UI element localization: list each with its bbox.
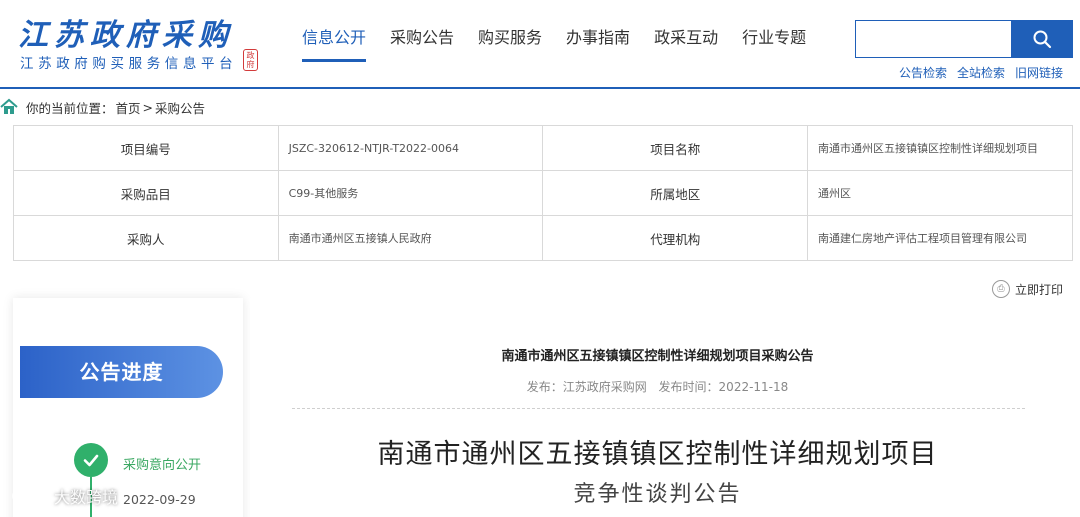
breadcrumb-home[interactable]: 首页	[116, 98, 141, 117]
wechat-logo-icon	[12, 487, 43, 504]
table-row: 采购品目 C99-其他服务 所属地区 通州区	[13, 170, 1073, 216]
dashed-divider	[292, 408, 1025, 409]
nav-item-interaction[interactable]: 政采互动	[642, 0, 730, 88]
progress-title: 公告进度	[20, 346, 223, 398]
search-icon	[1033, 30, 1052, 49]
breadcrumb: 你的当前位置： 首页 > 采购公告	[0, 96, 207, 118]
notice-publisher: 发布：江苏政府采购网	[526, 380, 647, 394]
value-procurement-item: C99-其他服务	[277, 170, 544, 216]
header-divider	[0, 87, 1080, 89]
search-box	[855, 20, 1073, 58]
value-project-name: 南通市通州区五接镇镇区控制性详细规划项目	[807, 125, 1073, 171]
table-row: 采购人 南通市通州区五接镇人民政府 代理机构 南通建仁房地产评估工程项目管理有限…	[13, 215, 1073, 261]
label-project-name: 项目名称	[542, 125, 809, 171]
document-subheading: 竞争性谈判公告	[573, 482, 742, 507]
label-region: 所属地区	[542, 170, 809, 216]
nav-item-procurement-notice[interactable]: 采购公告	[378, 0, 466, 88]
main-nav: 信息公开 采购公告 购买服务 办事指南 政采互动 行业专题	[290, 0, 818, 88]
logo-seal: 政府	[243, 49, 258, 71]
link-site-search[interactable]: 全站检索	[957, 64, 1005, 81]
check-icon	[83, 454, 99, 467]
label-agency: 代理机构	[542, 215, 809, 261]
notice-meta: 发布：江苏政府采购网 发布时间：2022-11-18	[250, 378, 1065, 395]
label-purchaser: 采购人	[13, 215, 279, 261]
nav-item-industry-topics[interactable]: 行业专题	[730, 0, 818, 88]
breadcrumb-prefix: 你的当前位置：	[26, 100, 114, 116]
value-purchaser: 南通市通州区五接镇人民政府	[277, 215, 544, 261]
nav-item-purchase-services[interactable]: 购买服务	[466, 0, 554, 88]
label-procurement-item: 采购品目	[13, 170, 279, 216]
breadcrumb-current[interactable]: 采购公告	[155, 98, 205, 117]
label-project-number: 项目编号	[13, 125, 279, 171]
breadcrumb-separator: >	[142, 99, 154, 115]
watermark: 大数跨境	[10, 484, 118, 508]
value-region: 通州区	[807, 170, 1073, 216]
link-notice-search[interactable]: 公告检索	[899, 64, 947, 81]
value-project-number: JSZC-320612-NTJR-T2022-0064	[277, 125, 544, 171]
quick-links: 公告检索 全站检索 旧网链接	[899, 64, 1063, 81]
notice-content: 南通市通州区五接镇镇区控制性详细规划项目采购公告 发布：江苏政府采购网 发布时间…	[250, 298, 1080, 517]
print-icon: ⎙	[991, 280, 1010, 298]
site-logo[interactable]: 江苏政府采购 江苏政府购买服务信息平台 政府	[18, 10, 263, 76]
notice-title: 南通市通州区五接镇镇区控制性详细规划项目采购公告	[501, 349, 814, 364]
step-date: 2022-09-29	[123, 492, 196, 507]
site-header: 江苏政府采购 江苏政府购买服务信息平台 政府 信息公开 采购公告 购买服务 办事…	[0, 0, 1080, 89]
search-button[interactable]	[1011, 20, 1073, 58]
project-info-table: 项目编号 JSZC-320612-NTJR-T2022-0064 项目名称 南通…	[13, 125, 1073, 261]
step-label[interactable]: 采购意向公开	[123, 454, 201, 473]
print-button[interactable]: ⎙ 立即打印	[991, 280, 1063, 298]
logo-subtitle: 江苏政府购买服务信息平台	[20, 56, 238, 72]
value-agency: 南通建仁房地产评估工程项目管理有限公司	[807, 215, 1073, 261]
notice-publish-time: 发布时间：2022-11-18	[658, 380, 789, 394]
step-complete-check	[74, 443, 108, 477]
print-label: 立即打印	[1014, 282, 1063, 297]
search-input[interactable]	[855, 20, 1011, 58]
document-heading: 南通市通州区五接镇镇区控制性详细规划项目	[377, 439, 938, 470]
table-row: 项目编号 JSZC-320612-NTJR-T2022-0064 项目名称 南通…	[13, 125, 1073, 171]
watermark-text: 大数跨境	[54, 488, 119, 507]
link-old-site[interactable]: 旧网链接	[1015, 64, 1063, 81]
home-icon	[0, 98, 18, 114]
nav-item-info-disclosure[interactable]: 信息公开	[290, 0, 378, 88]
logo-title: 江苏政府采购	[18, 18, 234, 53]
nav-item-guide[interactable]: 办事指南	[554, 0, 642, 88]
